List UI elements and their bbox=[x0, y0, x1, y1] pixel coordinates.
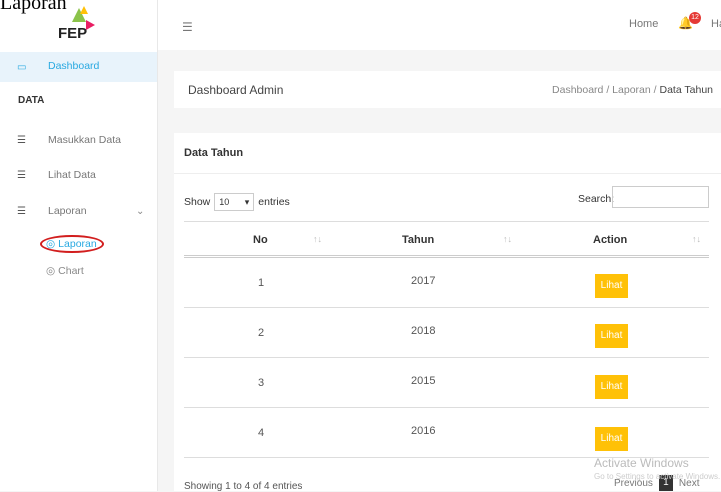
monitor-icon: ▭ bbox=[17, 62, 27, 73]
sidebar-item-dashboard[interactable]: ▭ Dashboard bbox=[0, 52, 157, 82]
chevron-down-icon: ⌄ bbox=[136, 205, 145, 217]
sidebar-item-label: Lihat Data bbox=[48, 169, 96, 181]
sidebar-subitem-label: Chart bbox=[58, 265, 84, 277]
entries-label: entries bbox=[258, 196, 290, 208]
user-greeting[interactable]: Hai, re bbox=[711, 18, 721, 30]
show-label: Show bbox=[184, 196, 211, 208]
cell-tahun: 2018 bbox=[411, 325, 436, 337]
cell-tahun: 2016 bbox=[411, 425, 436, 437]
sort-icon[interactable]: ↑↓ bbox=[692, 234, 701, 244]
cell-tahun: 2017 bbox=[411, 275, 436, 287]
circle-icon: ◎ bbox=[46, 265, 56, 277]
sidebar-item-laporan[interactable]: ☰ Laporan ⌄ bbox=[0, 200, 157, 222]
sidebar: FEP ▭ Dashboard DATA ☰ Masukkan Data ☰ L… bbox=[0, 0, 158, 491]
sidebar-subitem-chart[interactable]: ◎ Chart bbox=[46, 265, 84, 277]
cell-no: 2 bbox=[258, 327, 265, 339]
list-icon: ☰ bbox=[17, 205, 26, 217]
sidebar-section-title: DATA bbox=[18, 95, 45, 106]
entries-length-control: Show 10 ▾ entries bbox=[184, 193, 290, 211]
breadcrumb-laporan[interactable]: Laporan bbox=[612, 84, 651, 96]
cell-tahun: 2015 bbox=[411, 375, 436, 387]
card-title: Data Tahun bbox=[184, 147, 244, 159]
notification-badge: 12 bbox=[689, 12, 701, 24]
breadcrumb-separator: / bbox=[606, 84, 610, 96]
column-header-action[interactable]: Action bbox=[593, 234, 627, 246]
sidebar-item-label: Masukkan Data bbox=[48, 134, 121, 146]
card-header: Data Tahun bbox=[174, 133, 721, 174]
table-row: 4 2016 Lihat bbox=[184, 408, 709, 458]
table-header: No ↑↓ Tahun ↑↓ Action ↑↓ bbox=[184, 221, 709, 258]
search-label: Search: bbox=[578, 193, 615, 205]
breadcrumb-current: Data Tahun bbox=[659, 84, 713, 96]
breadcrumb: Dashboard / Laporan / Data Tahun bbox=[552, 84, 713, 96]
sidebar-item-lihat-data[interactable]: ☰ Lihat Data bbox=[0, 164, 157, 186]
table-info: Showing 1 to 4 of 4 entries bbox=[184, 481, 303, 492]
table-row: 3 2015 Lihat bbox=[184, 358, 709, 408]
page-title: Dashboard Admin bbox=[188, 83, 284, 97]
sidebar-item-label: Dashboard bbox=[48, 60, 100, 72]
sidebar-item-masukkan-data[interactable]: ☰ Masukkan Data bbox=[0, 129, 157, 151]
cell-no: 3 bbox=[258, 377, 265, 389]
activation-watermark-title: Activate Windows bbox=[594, 456, 689, 470]
cell-no: 4 bbox=[258, 427, 265, 439]
list-icon: ☰ bbox=[17, 169, 26, 181]
home-link[interactable]: Home bbox=[629, 18, 658, 30]
brand-name: FEP bbox=[58, 25, 88, 42]
cell-no: 1 bbox=[258, 277, 265, 289]
logo-mark-pointer-icon bbox=[86, 20, 95, 30]
column-header-no[interactable]: No bbox=[253, 234, 268, 246]
entries-select[interactable]: 10 ▾ bbox=[214, 193, 255, 211]
breadcrumb-dashboard[interactable]: Dashboard bbox=[552, 84, 603, 96]
lihat-button[interactable]: Lihat bbox=[595, 274, 628, 298]
entries-select-value: 10 bbox=[219, 197, 230, 207]
lihat-button[interactable]: Lihat bbox=[595, 427, 628, 451]
top-bar: ☰ Home 🔔 12 Hai, re bbox=[158, 0, 721, 50]
sidebar-item-label: Laporan bbox=[48, 205, 87, 217]
menu-toggle-icon[interactable]: ☰ bbox=[182, 20, 193, 34]
column-header-tahun[interactable]: Tahun bbox=[402, 234, 434, 246]
search-input[interactable] bbox=[612, 186, 709, 208]
lihat-button[interactable]: Lihat bbox=[595, 375, 628, 399]
caret-down-icon: ▾ bbox=[244, 196, 250, 207]
table-row: 1 2017 Lihat bbox=[184, 258, 709, 308]
logo-mark-accent-icon bbox=[80, 6, 88, 14]
data-card: Data Tahun Show 10 ▾ entries Search: No … bbox=[174, 133, 721, 492]
activation-watermark-subtitle: Go to Settings to activate Windows. bbox=[594, 472, 721, 481]
sort-icon[interactable]: ↑↓ bbox=[313, 234, 322, 244]
breadcrumb-separator: / bbox=[653, 84, 657, 96]
page-header: Dashboard Admin Dashboard / Laporan / Da… bbox=[174, 71, 721, 108]
table-row: 2 2018 Lihat bbox=[184, 308, 709, 358]
highlight-ring bbox=[40, 235, 104, 253]
list-icon: ☰ bbox=[17, 134, 26, 146]
sort-icon[interactable]: ↑↓ bbox=[503, 234, 512, 244]
overlay-caption: Laporan bbox=[0, 0, 67, 14]
lihat-button[interactable]: Lihat bbox=[595, 324, 628, 348]
